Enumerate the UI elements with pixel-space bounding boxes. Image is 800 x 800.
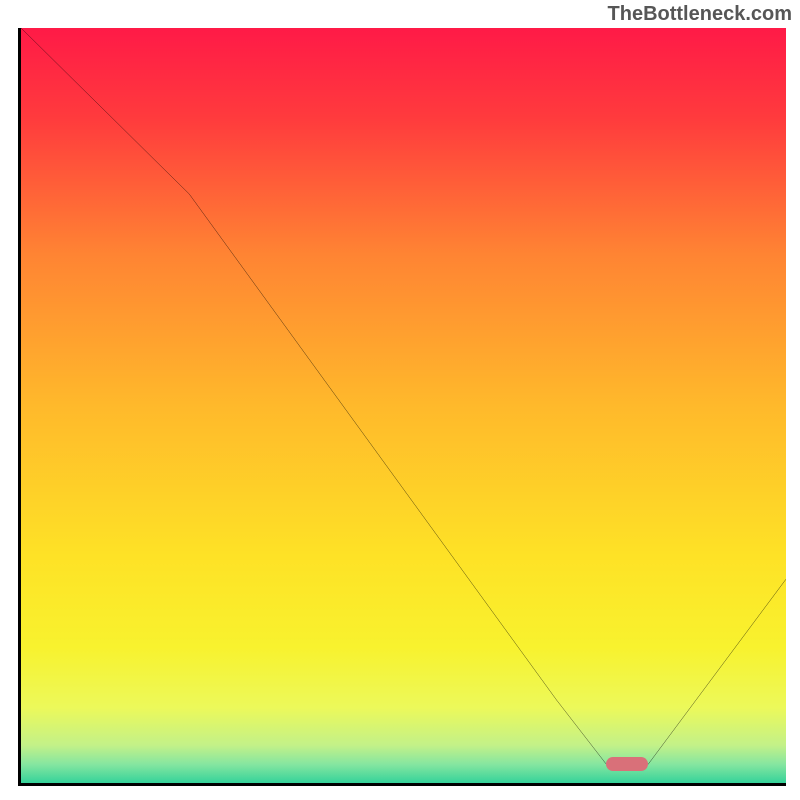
attribution-label: TheBottleneck.com [608, 3, 792, 26]
optimum-marker [606, 757, 648, 771]
bottleneck-curve [21, 28, 786, 783]
plot-area [18, 28, 786, 786]
